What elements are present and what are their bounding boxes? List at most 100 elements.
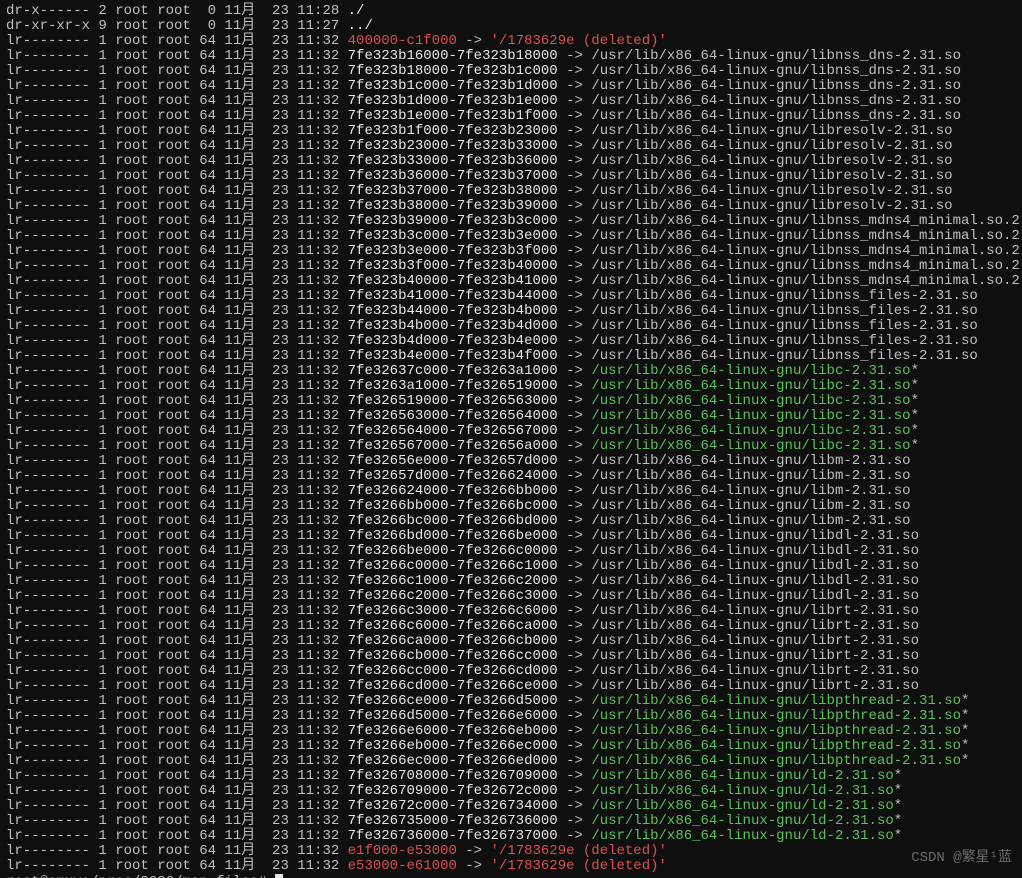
cursor: [275, 874, 283, 878]
map-range: 7fe3266cc000-7fe3266cd000: [348, 663, 558, 679]
ls-row: lr-------- 1 root root 64 11月 23 11:32 7…: [6, 199, 1016, 214]
star-marker: *: [911, 363, 919, 379]
map-range: 7fe323b18000-7fe323b1c000: [348, 63, 558, 79]
ls-row: lr-------- 1 root root 64 11月 23 11:32 7…: [6, 424, 1016, 439]
ls-row: lr-------- 1 root root 64 11月 23 11:32 7…: [6, 289, 1016, 304]
map-range: 7fe323b16000-7fe323b18000: [348, 48, 558, 64]
star-marker: *: [894, 783, 902, 799]
ls-row: lr-------- 1 root root 64 11月 23 11:32 7…: [6, 334, 1016, 349]
terminal-output[interactable]: dr-x------ 2 root root 0 11月 23 11:28 ./…: [0, 0, 1022, 878]
arrow: ->: [558, 723, 592, 739]
map-target: /usr/lib/x86_64-linux-gnu/libnss_dns-2.3…: [591, 93, 961, 109]
map-target: /usr/lib/x86_64-linux-gnu/librt-2.31.so: [591, 648, 919, 664]
arrow: ->: [558, 93, 592, 109]
map-range: 7fe3266bc000-7fe3266bd000: [348, 513, 558, 529]
map-target: /usr/lib/x86_64-linux-gnu/libresolv-2.31…: [591, 153, 952, 169]
ls-row: lr-------- 1 root root 64 11月 23 11:32 7…: [6, 109, 1016, 124]
map-range: 7fe326709000-7fe32672c000: [348, 783, 558, 799]
ls-row: lr-------- 1 root root 64 11月 23 11:32 7…: [6, 454, 1016, 469]
map-target: /usr/lib/x86_64-linux-gnu/libm-2.31.so: [591, 498, 910, 514]
arrow: ->: [558, 663, 592, 679]
ls-row: lr-------- 1 root root 64 11月 23 11:32 7…: [6, 79, 1016, 94]
map-target: /usr/lib/x86_64-linux-gnu/librt-2.31.so: [591, 633, 919, 649]
map-target: /usr/lib/x86_64-linux-gnu/libm-2.31.so: [591, 453, 910, 469]
arrow: ->: [558, 513, 592, 529]
shell-prompt[interactable]: root@smxy:/proc/2026/map_files#: [6, 874, 1016, 878]
map-range: 7fe323b1d000-7fe323b1e000: [348, 93, 558, 109]
ls-row: lr-------- 1 root root 64 11月 23 11:32 7…: [6, 169, 1016, 184]
ls-row: lr-------- 1 root root 64 11月 23 11:32 7…: [6, 559, 1016, 574]
map-target: /usr/lib/x86_64-linux-gnu/libnss_dns-2.3…: [591, 78, 961, 94]
map-range: 7fe3266d5000-7fe3266e6000: [348, 708, 558, 724]
arrow: ->: [558, 393, 592, 409]
arrow: ->: [558, 423, 592, 439]
arrow: ->: [558, 768, 592, 784]
map-range: 7fe3266c6000-7fe3266ca000: [348, 618, 558, 634]
map-target: '/1783629e (deleted)': [490, 33, 666, 49]
map-range: 7fe32656e000-7fe32657d000: [348, 453, 558, 469]
arrow: ->: [558, 78, 592, 94]
star-marker: *: [961, 738, 969, 754]
map-range: 7fe3266ca000-7fe3266cb000: [348, 633, 558, 649]
map-range: 7fe3266bb000-7fe3266bc000: [348, 498, 558, 514]
arrow: ->: [558, 108, 592, 124]
arrow: ->: [558, 468, 592, 484]
map-target: /usr/lib/x86_64-linux-gnu/libc-2.31.so: [591, 393, 910, 409]
arrow: ->: [558, 273, 592, 289]
map-range: 7fe323b1e000-7fe323b1f000: [348, 108, 558, 124]
map-range: 400000-c1f000: [348, 33, 457, 49]
map-target: /usr/lib/x86_64-linux-gnu/libdl-2.31.so: [591, 528, 919, 544]
map-target: /usr/lib/x86_64-linux-gnu/libpthread-2.3…: [591, 723, 961, 739]
map-target: /usr/lib/x86_64-linux-gnu/libc-2.31.so: [591, 363, 910, 379]
arrow: ->: [558, 213, 592, 229]
ls-row: lr-------- 1 root root 64 11月 23 11:32 7…: [6, 499, 1016, 514]
ls-row: dr-x------ 2 root root 0 11月 23 11:28 ./: [6, 4, 1016, 19]
map-target: /usr/lib/x86_64-linux-gnu/libdl-2.31.so: [591, 573, 919, 589]
map-target: /usr/lib/x86_64-linux-gnu/libpthread-2.3…: [591, 708, 961, 724]
arrow: ->: [558, 408, 592, 424]
ls-row: dr-xr-xr-x 9 root root 0 11月 23 11:27 ..…: [6, 19, 1016, 34]
map-range: 7fe32637c000-7fe3263a1000: [348, 363, 558, 379]
map-range: 7fe3266c0000-7fe3266c1000: [348, 558, 558, 574]
ls-row: lr-------- 1 root root 64 11月 23 11:32 7…: [6, 409, 1016, 424]
arrow: ->: [558, 813, 592, 829]
ls-row: lr-------- 1 root root 64 11月 23 11:32 7…: [6, 304, 1016, 319]
ls-row: lr-------- 1 root root 64 11月 23 11:32 7…: [6, 214, 1016, 229]
arrow: ->: [558, 618, 592, 634]
ls-row: lr-------- 1 root root 64 11月 23 11:32 7…: [6, 259, 1016, 274]
ls-row: lr-------- 1 root root 64 11月 23 11:32 7…: [6, 544, 1016, 559]
star-marker: *: [961, 693, 969, 709]
map-range: 7fe323b3c000-7fe323b3e000: [348, 228, 558, 244]
star-marker: *: [961, 753, 969, 769]
ls-row: lr-------- 1 root root 64 11月 23 11:32 e…: [6, 859, 1016, 874]
map-range: 7fe3266cd000-7fe3266ce000: [348, 678, 558, 694]
arrow: ->: [558, 678, 592, 694]
ls-row: lr-------- 1 root root 64 11月 23 11:32 7…: [6, 319, 1016, 334]
arrow: ->: [558, 183, 592, 199]
map-range: 7fe3266cb000-7fe3266cc000: [348, 648, 558, 664]
arrow: ->: [457, 843, 491, 859]
star-marker: *: [911, 408, 919, 424]
map-range: 7fe326563000-7fe326564000: [348, 408, 558, 424]
ls-row: lr-------- 1 root root 64 11月 23 11:32 7…: [6, 379, 1016, 394]
map-target: /usr/lib/x86_64-linux-gnu/ld-2.31.so: [591, 813, 893, 829]
map-target: /usr/lib/x86_64-linux-gnu/libm-2.31.so: [591, 513, 910, 529]
map-range: 7fe32657d000-7fe326624000: [348, 468, 558, 484]
ls-row: lr-------- 1 root root 64 11月 23 11:32 7…: [6, 619, 1016, 634]
map-target: /usr/lib/x86_64-linux-gnu/libc-2.31.so: [591, 438, 910, 454]
map-target: /usr/lib/x86_64-linux-gnu/libnss_files-2…: [591, 333, 977, 349]
ls-row: lr-------- 1 root root 64 11月 23 11:32 7…: [6, 394, 1016, 409]
arrow: ->: [558, 198, 592, 214]
map-range: 7fe323b41000-7fe323b44000: [348, 288, 558, 304]
map-range: 7fe32672c000-7fe326734000: [348, 798, 558, 814]
ls-row: lr-------- 1 root root 64 11月 23 11:32 7…: [6, 754, 1016, 769]
ls-row: lr-------- 1 root root 64 11月 23 11:32 7…: [6, 634, 1016, 649]
map-target: /usr/lib/x86_64-linux-gnu/ld-2.31.so: [591, 798, 893, 814]
map-target: /usr/lib/x86_64-linux-gnu/libc-2.31.so: [591, 408, 910, 424]
map-target: /usr/lib/x86_64-linux-gnu/libnss_mdns4_m…: [591, 228, 1019, 244]
map-range: 7fe326567000-7fe32656a000: [348, 438, 558, 454]
map-range: 7fe3266c2000-7fe3266c3000: [348, 588, 558, 604]
ls-row: lr-------- 1 root root 64 11月 23 11:32 7…: [6, 154, 1016, 169]
map-range: 7fe3266be000-7fe3266c0000: [348, 543, 558, 559]
ls-row: lr-------- 1 root root 64 11月 23 11:32 7…: [6, 664, 1016, 679]
